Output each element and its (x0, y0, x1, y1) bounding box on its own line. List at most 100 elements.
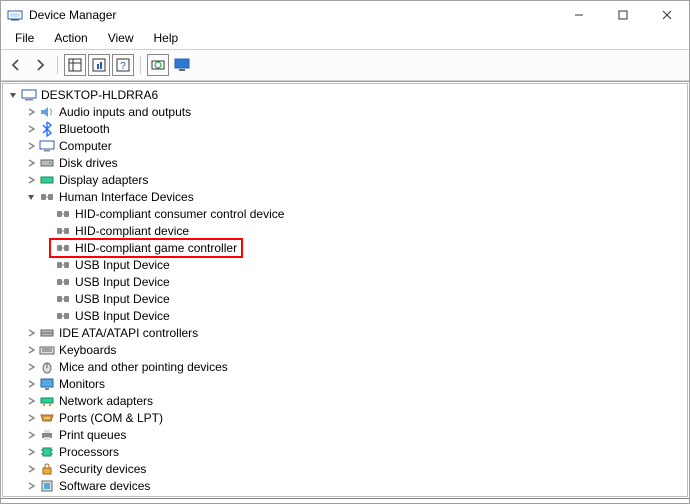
help-button[interactable]: ? (112, 54, 134, 76)
device-tree[interactable]: DESKTOP-HLDRRA6 Audio inputs and outputs… (2, 83, 688, 497)
tree-item-ports[interactable]: Ports (COM & LPT) (3, 409, 687, 426)
tree-label: USB Input Device (75, 258, 170, 272)
tree-item-hid-child[interactable]: USB Input Device (3, 273, 687, 290)
chevron-right-icon[interactable] (25, 378, 37, 390)
chevron-right-icon[interactable] (25, 412, 37, 424)
chevron-right-icon[interactable] (25, 157, 37, 169)
software-icon (39, 478, 55, 494)
tree-item-computer[interactable]: Computer (3, 137, 687, 154)
titlebar: Device Manager (1, 1, 689, 29)
computer-icon (21, 87, 37, 103)
tree-label: Disk drives (59, 156, 118, 170)
chevron-right-icon[interactable] (25, 344, 37, 356)
printer-icon (39, 427, 55, 443)
menubar: File Action View Help (1, 29, 689, 50)
mouse-icon (39, 359, 55, 375)
tree-item-display[interactable]: Display adapters (3, 171, 687, 188)
menu-file[interactable]: File (5, 29, 44, 49)
tree-item-hid-child[interactable]: USB Input Device (3, 307, 687, 324)
chevron-right-icon[interactable] (25, 123, 37, 135)
chevron-right-icon[interactable] (25, 480, 37, 492)
tree-label: Sound, video and game controllers (59, 496, 244, 498)
tree-item-keyboards[interactable]: Keyboards (3, 341, 687, 358)
chevron-right-icon[interactable] (25, 446, 37, 458)
window-title: Device Manager (29, 8, 116, 22)
hid-icon (55, 274, 71, 290)
hid-icon (55, 257, 71, 273)
tree-label: HID-compliant device (75, 224, 189, 238)
tree-label: Bluetooth (59, 122, 110, 136)
tree-label: Computer (59, 139, 112, 153)
tree-item-ide[interactable]: IDE ATA/ATAPI controllers (3, 324, 687, 341)
tree-label: DESKTOP-HLDRRA6 (41, 88, 158, 102)
tree-label: Security devices (59, 462, 146, 476)
tree-item-processors[interactable]: Processors (3, 443, 687, 460)
chevron-right-icon[interactable] (25, 395, 37, 407)
tree-label: HID-compliant consumer control device (75, 207, 284, 221)
tree-item-hid-child[interactable]: USB Input Device (3, 256, 687, 273)
device-manager-window: Device Manager File Action View Help ? (0, 0, 690, 504)
tree-item-print-queues[interactable]: Print queues (3, 426, 687, 443)
tree-item-hid[interactable]: Human Interface Devices (3, 188, 687, 205)
chevron-right-icon[interactable] (25, 140, 37, 152)
chevron-right-icon[interactable] (25, 463, 37, 475)
scan-hardware-button[interactable] (147, 54, 169, 76)
chevron-right-icon[interactable] (25, 497, 37, 498)
tree-label: HID-compliant game controller (75, 241, 237, 255)
tree-item-hid-child[interactable]: HID-compliant device (3, 222, 687, 239)
sound-icon (39, 495, 55, 498)
back-button[interactable] (5, 54, 27, 76)
speaker-icon (39, 104, 55, 120)
tree-item-hid-child[interactable]: USB Input Device (3, 290, 687, 307)
ports-icon (39, 410, 55, 426)
tree-item-hid-game-controller[interactable]: HID-compliant game controller (3, 239, 687, 256)
tree-label: Software devices (59, 479, 150, 493)
forward-button[interactable] (29, 54, 51, 76)
tree-item-audio[interactable]: Audio inputs and outputs (3, 103, 687, 120)
tree-item-mice[interactable]: Mice and other pointing devices (3, 358, 687, 375)
tree-label: Print queues (59, 428, 126, 442)
tree-label: Processors (59, 445, 119, 459)
menu-action[interactable]: Action (44, 29, 97, 49)
menu-help[interactable]: Help (144, 29, 189, 49)
minimize-button[interactable] (557, 1, 601, 29)
tree-label: USB Input Device (75, 292, 170, 306)
chevron-down-icon[interactable] (25, 191, 37, 203)
chevron-right-icon[interactable] (25, 361, 37, 373)
close-button[interactable] (645, 1, 689, 29)
tree-item-disk[interactable]: Disk drives (3, 154, 687, 171)
monitor-icon-button[interactable] (171, 54, 193, 76)
chevron-right-icon[interactable] (25, 429, 37, 441)
chevron-right-icon[interactable] (25, 327, 37, 339)
tree-label: Ports (COM & LPT) (59, 411, 163, 425)
tree-item-sound[interactable]: Sound, video and game controllers (3, 494, 687, 497)
menu-view[interactable]: View (98, 29, 144, 49)
chevron-right-icon[interactable] (25, 106, 37, 118)
hid-icon (55, 240, 71, 256)
toolbar-separator (57, 56, 58, 74)
tree-label: Display adapters (59, 173, 148, 187)
processor-icon (39, 444, 55, 460)
tree-item-hid-child[interactable]: HID-compliant consumer control device (3, 205, 687, 222)
svg-text:?: ? (120, 61, 126, 72)
tree-item-software[interactable]: Software devices (3, 477, 687, 494)
properties-button[interactable] (88, 54, 110, 76)
tree-item-bluetooth[interactable]: Bluetooth (3, 120, 687, 137)
chevron-down-icon[interactable] (7, 89, 19, 101)
tree-item-network[interactable]: Network adapters (3, 392, 687, 409)
network-icon (39, 393, 55, 409)
status-strip (1, 498, 689, 503)
tree-label: Human Interface Devices (59, 190, 194, 204)
monitor-icon (39, 376, 55, 392)
maximize-button[interactable] (601, 1, 645, 29)
disk-icon (39, 155, 55, 171)
tree-item-monitors[interactable]: Monitors (3, 375, 687, 392)
tree-label: Audio inputs and outputs (59, 105, 191, 119)
show-hide-tree-button[interactable] (64, 54, 86, 76)
chevron-right-icon[interactable] (25, 174, 37, 186)
tree-item-security[interactable]: Security devices (3, 460, 687, 477)
toolbar-separator (140, 56, 141, 74)
keyboard-icon (39, 342, 55, 358)
security-icon (39, 461, 55, 477)
tree-root[interactable]: DESKTOP-HLDRRA6 (3, 86, 687, 103)
